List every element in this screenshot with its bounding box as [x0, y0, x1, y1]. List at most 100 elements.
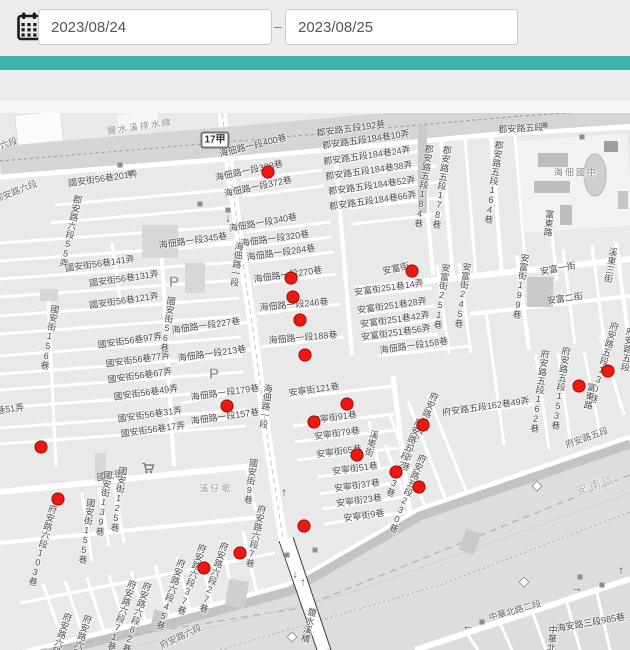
street-label: 府安路六段 — [50, 611, 72, 650]
map-marker[interactable] — [52, 493, 65, 506]
road-arrow: ↓ — [225, 214, 231, 225]
road-arrow: ↑ — [300, 578, 306, 589]
map-marker[interactable] — [35, 441, 48, 454]
road-arrow: ↓ — [292, 570, 298, 581]
poi-diamond — [531, 480, 542, 491]
poi-square — [313, 548, 318, 553]
date-from-input[interactable] — [38, 9, 272, 45]
street-label: 國安街156巷 — [39, 304, 59, 371]
road-arrow: ← — [463, 622, 474, 633]
road-arrow: ↑ — [618, 566, 624, 577]
poi-square — [480, 620, 485, 625]
street-label: 府安路六段 — [70, 613, 92, 650]
map-marker[interactable] — [294, 314, 307, 327]
street-label: 國安街56巷141弄 — [65, 255, 136, 274]
date-to-input[interactable] — [285, 9, 518, 45]
map-marker[interactable] — [262, 166, 275, 179]
street-label: 郡安路五段178巷 — [431, 145, 452, 229]
street-label: 海安路三段985巷 — [556, 613, 626, 634]
toolbar-strip — [0, 70, 630, 101]
map-marker[interactable] — [298, 520, 311, 533]
street-label: 府安路六段7巷 — [244, 504, 266, 568]
street-label: 鹽水溪橋 — [299, 606, 316, 643]
app-window: – — [0, 0, 630, 650]
map-marker[interactable] — [573, 380, 586, 393]
street-label: 海佃路一段158巷 — [379, 337, 449, 356]
street-label: 安寧街23巷 — [336, 493, 383, 508]
street-label: 溪仔墘 — [199, 485, 232, 494]
street-label: 安富二街 — [547, 292, 584, 306]
street-label: 海佃路一段188巷 — [268, 331, 338, 346]
street-label: 安富街251巷 — [432, 263, 450, 330]
street-label: 中華北路二段 — [488, 599, 542, 623]
map-marker[interactable] — [308, 416, 321, 429]
street-label: 安富街245巷 — [453, 262, 471, 329]
street-label: 海佃路一段284巷 — [246, 244, 316, 263]
map-marker[interactable] — [351, 449, 364, 462]
poi-square — [600, 583, 605, 588]
street-label: 郡安路五段 — [498, 123, 543, 134]
street-label: 中華北路 — [545, 625, 557, 650]
street-label: 郡安路六段 — [0, 179, 39, 204]
street-label: 溪墘街 — [363, 429, 379, 457]
map-marker[interactable] — [234, 547, 247, 560]
street-label: 國安街155巷 — [77, 498, 95, 565]
street-label: 安寧街37巷 — [334, 478, 381, 493]
street-label: 國安街56巷77弄 — [105, 351, 171, 369]
street-label: 郡安路六段55弄 — [58, 194, 82, 268]
map-marker[interactable] — [390, 466, 403, 479]
street-label: 郡安路五段164巷 — [483, 140, 504, 224]
street-label: 安寧街79巷 — [314, 426, 361, 441]
street-label: 郡安路五段184巷 — [413, 144, 434, 228]
street-label: 府安路五段162巷49弄 — [442, 396, 530, 417]
street-label: 安南區 — [575, 474, 618, 497]
poi-square — [285, 553, 290, 558]
poi-square — [198, 202, 203, 207]
road-arrow: ↑ — [281, 488, 287, 499]
street-label: 安寧街121巷 — [288, 382, 340, 398]
map-marker[interactable] — [602, 365, 615, 378]
map-marker[interactable] — [198, 562, 211, 575]
road-arrow: → — [572, 584, 583, 595]
street-label: 國安街56巷17弄 — [120, 421, 186, 439]
street-label: 國安街56巷131弄 — [89, 270, 160, 289]
street-label: 府安路五段153巷 — [550, 346, 571, 430]
map-marker[interactable] — [417, 419, 430, 432]
street-label: 溪東三街 — [602, 246, 617, 283]
street-label: 府安路六段103巷 — [27, 503, 57, 586]
street-label: 國安街56巷51弄 — [0, 403, 25, 421]
map-marker[interactable] — [299, 349, 312, 362]
poi-square — [128, 171, 133, 176]
map-marker[interactable] — [406, 265, 419, 278]
street-label: 鹽水溪排水線 — [107, 118, 174, 136]
street-label: 國安街56巷67弄 — [107, 367, 173, 385]
map-marker[interactable] — [341, 398, 354, 411]
street-label: 海佃路一段340巷 — [228, 213, 298, 234]
map-marker[interactable] — [287, 291, 300, 304]
street-label: 府安路五段 — [564, 426, 609, 450]
street-label: 安富一街 — [539, 261, 576, 276]
street-label: 安富街199巷 — [511, 253, 529, 320]
street-label: 安寧街51巷 — [332, 461, 379, 476]
poi-diamond — [286, 631, 297, 642]
poi-square — [118, 163, 123, 168]
map-marker[interactable] — [285, 272, 298, 285]
map-marker[interactable] — [413, 481, 426, 494]
street-label: 海佃路一段 — [229, 241, 243, 287]
poi-diamond — [518, 576, 529, 587]
street-label: 安寧街9巷 — [343, 509, 385, 524]
street-label: 國安街56巷121弄 — [89, 292, 160, 311]
street-label: 國安街56巷49弄 — [113, 384, 179, 402]
map-canvas[interactable]: 鹽水溪排水線郡安路六段郡安路六段國安街56巷201弄海佃路一段400巷海佃路一段… — [0, 113, 630, 650]
road-badge: 17甲 — [200, 132, 229, 149]
street-label: 海佃路一段213巷 — [177, 345, 247, 364]
map-marker[interactable] — [221, 400, 234, 413]
street-label: 海佃路一段227巷 — [171, 317, 241, 336]
street-label: 富東路 — [542, 209, 553, 237]
street-label: 府安路五段162巷 — [529, 349, 550, 433]
parking-icon: P — [209, 367, 219, 382]
street-label: 海佃路一段 — [258, 383, 272, 429]
poi-square — [580, 135, 585, 140]
street-label: 海佃路一段345巷 — [158, 232, 228, 251]
street-label: 國安街56巷97弄 — [97, 332, 163, 350]
